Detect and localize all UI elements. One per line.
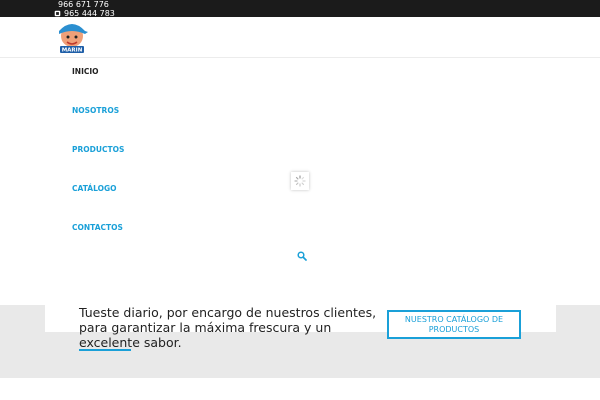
tagline-highlight: excelente: [79, 335, 140, 350]
tagline-line-3-rest: sabor.: [139, 335, 182, 350]
site-header: MARIN INICIO NOSOTROS PRODUCTOS CATÁLOGO…: [0, 17, 600, 232]
spinner-icon: [294, 175, 306, 187]
top-bar: 966 671 776 965 444 783: [0, 0, 600, 18]
tagline-line-1: Tueste diario, por encargo de nuestros c…: [79, 305, 377, 320]
logo-text: MARIN: [62, 48, 83, 54]
nav-item-productos[interactable]: PRODUCTOS: [72, 145, 124, 154]
phone-number-1[interactable]: 966 671 776: [58, 0, 109, 9]
nav-item-inicio[interactable]: INICIO: [72, 67, 99, 76]
catalog-button[interactable]: NUESTRO CATÁLOGO DE PRODUCTOS: [387, 310, 521, 339]
tagline-underline: [79, 349, 131, 351]
loading-spinner: [291, 172, 309, 190]
promo-tagline: Tueste diario, por encargo de nuestros c…: [79, 305, 379, 350]
marin-logo[interactable]: MARIN: [54, 17, 90, 55]
tagline-line-3: excelente sabor.: [79, 335, 379, 350]
search-icon[interactable]: [297, 251, 307, 261]
nav-item-contactos[interactable]: CONTACTOS: [72, 223, 123, 232]
nav-item-nosotros[interactable]: NOSOTROS: [72, 106, 119, 115]
nav-item-catalogo[interactable]: CATÁLOGO: [72, 184, 116, 193]
tagline-line-2: para garantizar la máxima frescura y un: [79, 320, 332, 335]
phone-icon: [54, 10, 61, 17]
